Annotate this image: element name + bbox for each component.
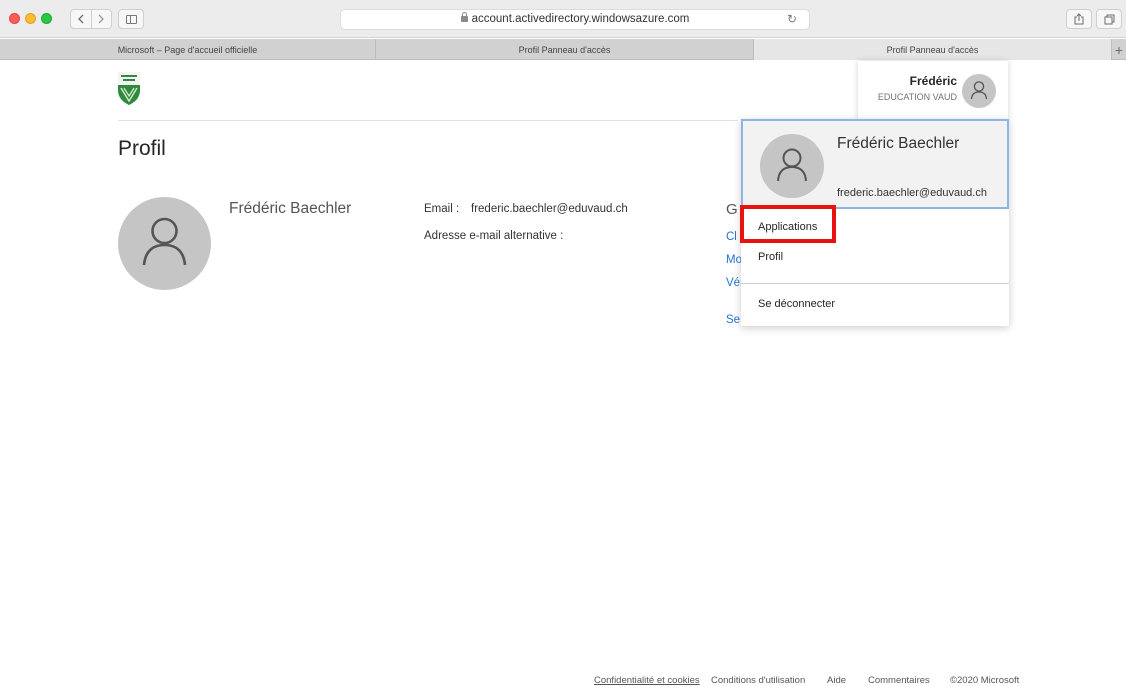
back-icon[interactable] xyxy=(71,10,91,28)
footer-terms-link[interactable]: Conditions d'utilisation xyxy=(711,675,805,686)
change-password-link[interactable]: Cl xyxy=(726,231,737,243)
forward-icon[interactable] xyxy=(90,10,111,28)
share-icon[interactable] xyxy=(1066,9,1092,29)
account-name: Frédéric xyxy=(909,74,957,88)
lock-icon xyxy=(460,12,468,22)
browser-toolbar: account.activedirectory.windowsazure.com… xyxy=(0,0,1126,38)
person-icon xyxy=(142,217,187,266)
header-divider xyxy=(118,120,738,121)
tab-profil-active[interactable]: Profil Panneau d'accès xyxy=(754,39,1112,60)
account-avatar xyxy=(962,74,996,108)
page-title: Profil xyxy=(118,137,166,160)
footer-feedback-link[interactable]: Commentaires xyxy=(868,675,930,686)
minimize-window-icon[interactable] xyxy=(25,13,36,24)
navigation-buttons xyxy=(70,9,112,29)
highlight-applications-annotation xyxy=(740,205,836,243)
dropdown-user-name: Frédéric Baechler xyxy=(837,135,960,152)
menu-item-profil[interactable]: Profil xyxy=(758,251,783,263)
address-bar[interactable]: account.activedirectory.windowsazure.com… xyxy=(340,9,810,30)
sign-out-everywhere-link[interactable]: Se xyxy=(726,314,740,326)
person-icon xyxy=(970,81,988,100)
tab-profil-1[interactable]: Profil Panneau d'accès xyxy=(376,39,754,60)
dropdown-user-card: Frédéric Baechler frederic.baechler@eduv… xyxy=(741,119,1009,209)
canton-vaud-shield-logo[interactable] xyxy=(118,72,140,105)
email-value: frederic.baechler@eduvaud.ch xyxy=(471,203,628,215)
tab-strip: Microsoft – Page d'accueil officielle Pr… xyxy=(0,39,1126,60)
email-label: Email : xyxy=(424,203,460,215)
menu-item-sign-out[interactable]: Se déconnecter xyxy=(758,298,835,310)
fullscreen-window-icon[interactable] xyxy=(41,13,52,24)
email-row: Email : frederic.baechler@eduvaud.ch xyxy=(424,203,628,215)
profile-display-name: Frédéric Baechler xyxy=(229,200,352,217)
footer-privacy-link[interactable]: Confidentialité et cookies xyxy=(594,675,700,686)
dropdown-avatar xyxy=(760,134,824,198)
dropdown-user-email: frederic.baechler@eduvaud.ch xyxy=(837,187,987,199)
reload-icon[interactable]: ↻ xyxy=(787,12,797,26)
tab-microsoft-home[interactable]: Microsoft – Page d'accueil officielle xyxy=(0,39,376,60)
person-icon xyxy=(777,148,807,182)
modify-link[interactable]: Mo xyxy=(726,254,742,266)
footer-copyright: ©2020 Microsoft xyxy=(950,675,1020,686)
menu-divider xyxy=(741,283,1009,284)
sidebar-icon[interactable] xyxy=(118,9,144,29)
tabs-icon[interactable] xyxy=(1096,9,1122,29)
footer-help-link[interactable]: Aide xyxy=(827,675,846,686)
manage-account-heading: G xyxy=(726,201,738,218)
url-text: account.activedirectory.windowsazure.com xyxy=(471,13,690,25)
add-tab-icon[interactable]: + xyxy=(1112,39,1126,60)
browser-window: account.activedirectory.windowsazure.com… xyxy=(0,0,1126,686)
account-button[interactable]: Frédéric EDUCATION VAUD xyxy=(858,61,1008,120)
alt-email-label: Adresse e-mail alternative : xyxy=(424,230,564,242)
page-content: Profil Frédéric Baechler Email : frederic… xyxy=(0,61,1126,686)
close-window-icon[interactable] xyxy=(9,13,20,24)
avatar xyxy=(118,197,211,290)
account-org: EDUCATION VAUD xyxy=(877,92,957,102)
